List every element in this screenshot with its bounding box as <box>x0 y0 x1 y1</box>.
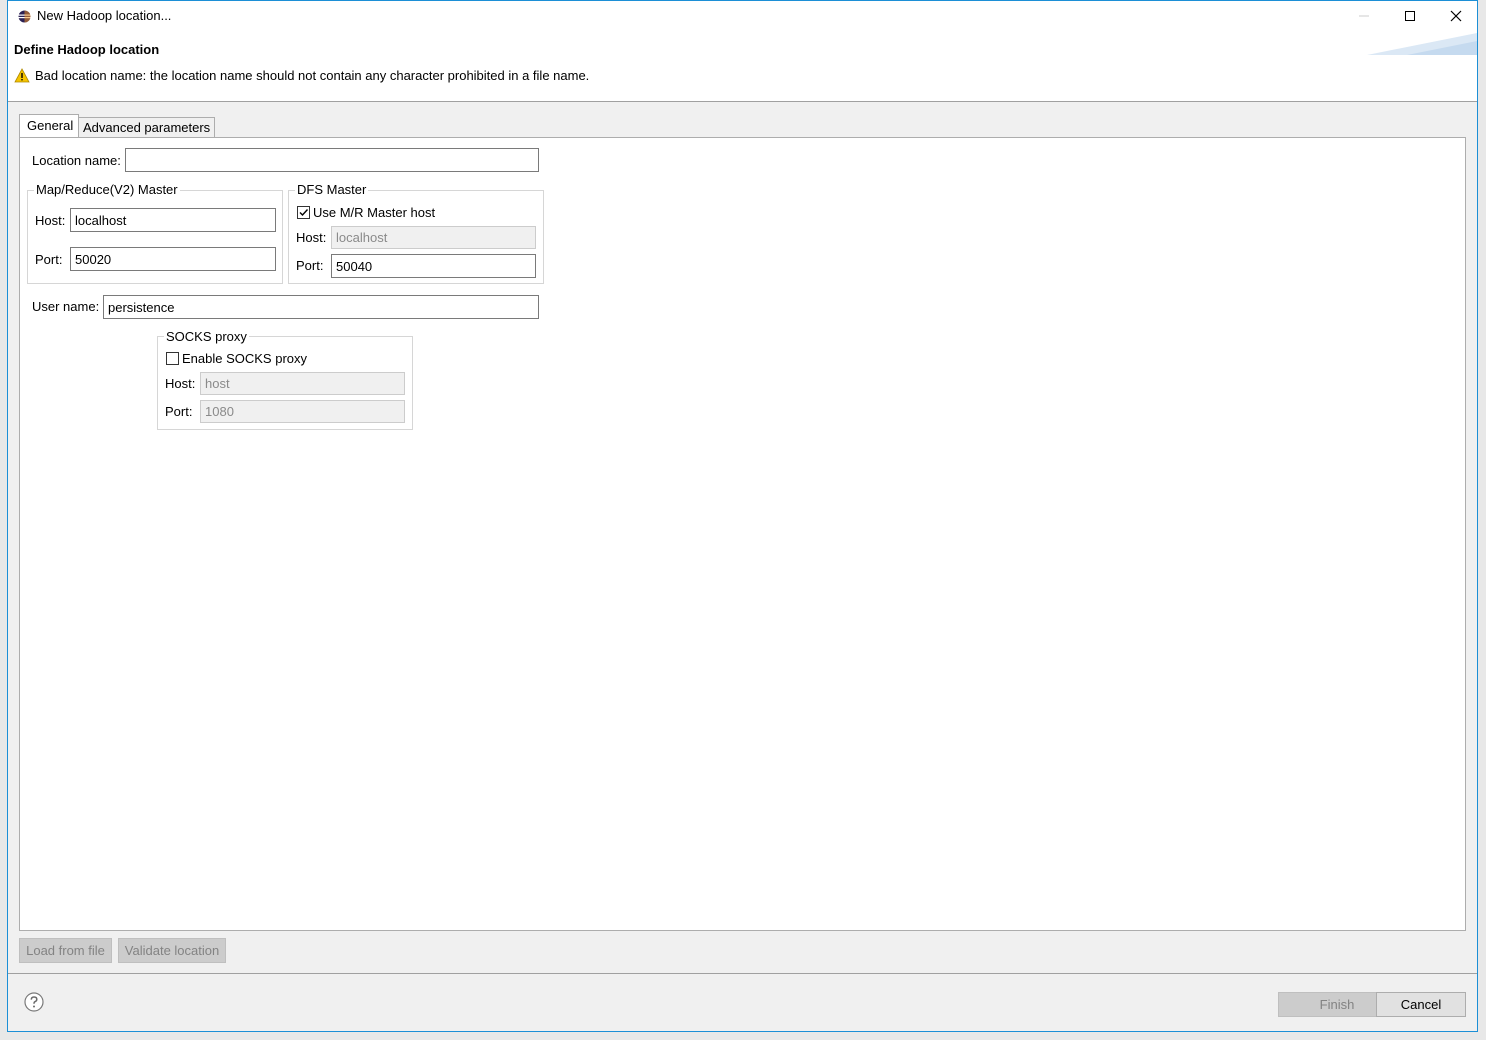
socks-port-label: Port: <box>165 404 193 419</box>
warning-icon <box>14 68 30 83</box>
page-title: Define Hadoop location <box>14 42 160 57</box>
user-name-input[interactable] <box>103 295 539 319</box>
validate-location-button[interactable]: Validate location <box>118 938 226 963</box>
enable-socks-checkbox[interactable] <box>166 352 179 365</box>
close-button[interactable] <box>1433 1 1479 31</box>
enable-socks-label[interactable]: Enable SOCKS proxy <box>182 351 307 366</box>
location-name-label: Location name: <box>32 153 121 168</box>
dialog-window: New Hadoop location... Define Hadoop loc… <box>7 0 1478 1032</box>
help-icon[interactable] <box>24 992 44 1012</box>
close-icon <box>1450 10 1462 22</box>
socks-port-input <box>200 400 405 423</box>
mr-port-label: Port: <box>35 252 63 267</box>
eclipse-app-icon <box>18 10 31 23</box>
dfs-master-title: DFS Master <box>295 182 369 197</box>
mr-master-title: Map/Reduce(V2) Master <box>34 182 180 197</box>
window-title: New Hadoop location... <box>37 8 172 23</box>
use-mr-host-checkbox[interactable] <box>297 206 310 219</box>
socks-proxy-title: SOCKS proxy <box>164 329 249 344</box>
minimize-icon <box>1359 15 1369 17</box>
mr-port-input[interactable] <box>70 247 276 271</box>
user-name-label: User name: <box>32 299 100 314</box>
maximize-icon <box>1405 11 1415 21</box>
dfs-port-input[interactable] <box>331 254 536 278</box>
banner-graphic <box>1367 33 1477 55</box>
use-mr-host-label[interactable]: Use M/R Master host <box>313 205 435 220</box>
wizard-header: Define Hadoop location Bad location name… <box>8 31 1477 102</box>
load-from-file-button[interactable]: Load from file <box>19 938 112 963</box>
tab-advanced-parameters[interactable]: Advanced parameters <box>79 117 215 138</box>
maximize-button[interactable] <box>1387 1 1433 31</box>
socks-host-input <box>200 372 405 395</box>
minimize-button[interactable] <box>1341 1 1387 31</box>
location-name-input[interactable] <box>125 148 539 172</box>
dfs-port-label: Port: <box>296 258 324 273</box>
dfs-host-label: Host: <box>296 230 327 245</box>
title-bar: New Hadoop location... <box>8 1 1477 31</box>
dfs-host-input <box>331 226 536 249</box>
mr-host-input[interactable] <box>70 208 276 232</box>
mr-host-label: Host: <box>35 213 66 228</box>
checkmark-icon <box>299 209 309 217</box>
tab-general[interactable]: General <box>19 114 79 139</box>
footer-separator <box>8 973 1477 974</box>
socks-host-label: Host: <box>165 376 196 391</box>
warning-message: Bad location name: the location name sho… <box>35 68 590 83</box>
cancel-button[interactable]: Cancel <box>1376 992 1466 1017</box>
